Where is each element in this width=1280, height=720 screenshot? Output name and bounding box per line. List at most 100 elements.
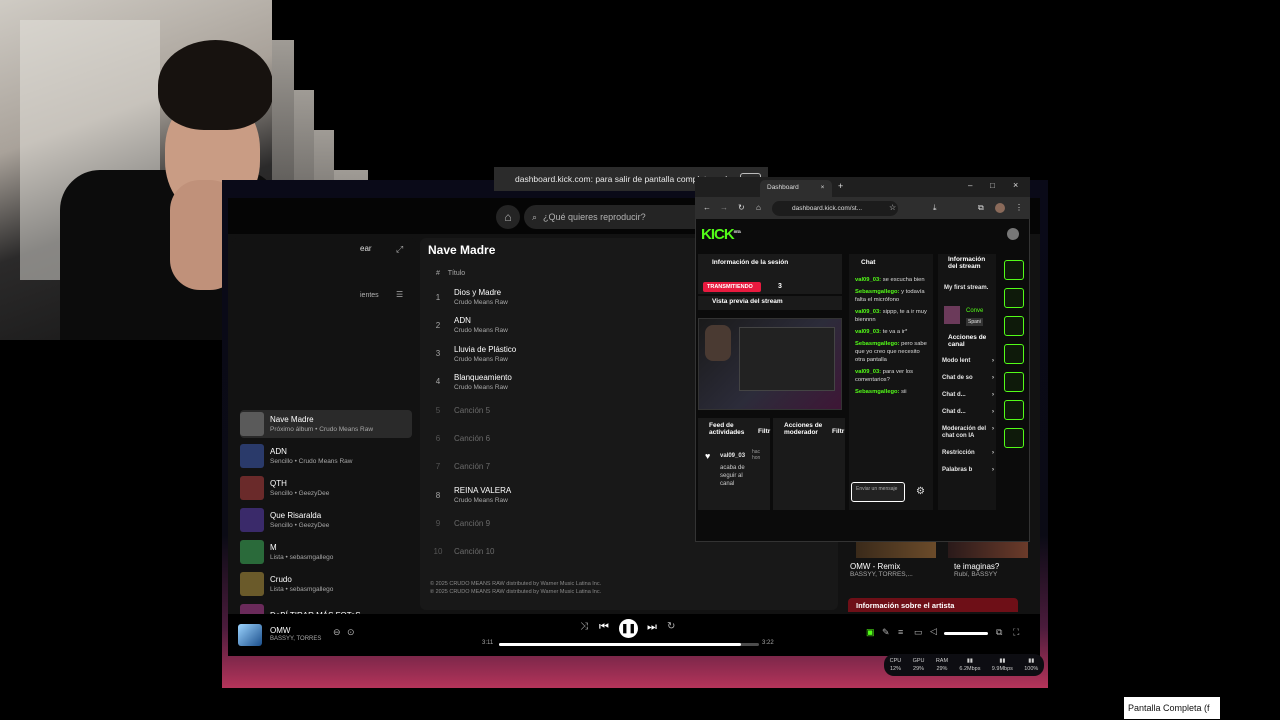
track-row[interactable]: 7 Canción 7 — [432, 454, 732, 480]
chat-username[interactable]: val09_03: — [855, 369, 881, 375]
channel-action-item[interactable]: Restricción › — [942, 450, 994, 457]
track-row[interactable]: 9 Canción 9 — [432, 510, 732, 536]
channel-action-item[interactable]: Modo lent › — [942, 358, 994, 365]
track-row[interactable]: 8 REINA VALERA Crudo Means Raw — [432, 482, 732, 508]
stat-value: 9.9Mbps — [991, 666, 1013, 672]
track-artist[interactable]: Crudo Means Raw — [454, 327, 508, 334]
kick-logo[interactable]: KICKBETA — [701, 226, 741, 243]
chat-input[interactable]: Enviar un mensaje — [851, 482, 905, 502]
stat-item: ▮▮ 100% — [1024, 657, 1038, 676]
total-time: 3:22 — [762, 640, 774, 646]
now-playing-view-icon[interactable]: ▣ — [866, 627, 875, 638]
expand-icon[interactable]: ⤢ — [396, 244, 403, 255]
track-artist[interactable]: Crudo Means Raw — [454, 497, 511, 504]
shuffle-icon[interactable]: ⤨ — [580, 621, 588, 632]
reload-icon[interactable]: ↻ — [738, 203, 745, 212]
channel-action-item[interactable]: Moderación del chat con IA › — [942, 426, 994, 440]
home-icon: ⌂ — [504, 210, 512, 224]
profile-avatar[interactable] — [995, 203, 1005, 213]
now-playing-title[interactable]: OMW — [270, 626, 290, 635]
library-item[interactable]: Que Risaralda Sencillo • GeezyDee — [240, 506, 412, 534]
stat-value: 6.2Mbps — [959, 666, 981, 672]
lyrics-icon[interactable]: ✎ — [882, 627, 890, 638]
stat-label: GPU — [912, 658, 925, 664]
download-icon[interactable]: ⤓ — [933, 203, 937, 213]
pause-button[interactable]: ❚❚ — [619, 619, 638, 638]
add-icon[interactable]: ⊙ — [347, 627, 355, 638]
library-item[interactable]: M Lista • sebasmgallego — [240, 538, 412, 566]
extensions-icon[interactable]: ⧉ — [978, 203, 984, 213]
chat-settings-icon[interactable]: ⚙ — [916, 486, 925, 497]
volume-icon[interactable]: ◁ — [930, 626, 937, 637]
fullscreen-button[interactable]: Pantalla Completa (f — [1124, 697, 1220, 719]
now-playing-artist[interactable]: BASSYY, TORRES — [270, 636, 321, 642]
track-row[interactable]: 10 Canción 10 — [432, 539, 732, 565]
library-item[interactable]: QTH Sencillo • GeezyDee — [240, 474, 412, 502]
card-1[interactable]: OMW - Remix BASSYY, TORRES,... — [850, 562, 913, 578]
back-icon[interactable]: ← — [703, 203, 711, 212]
card-2[interactable]: te imaginas? Rubí, BASSYY — [954, 562, 999, 578]
sidebar-icon-2[interactable] — [1004, 288, 1024, 308]
remove-icon[interactable]: ⊖ — [333, 627, 341, 638]
chat-username[interactable]: val09_03: — [855, 309, 881, 315]
feed-user[interactable]: val09_03 — [720, 452, 745, 460]
sidebar-icon-6[interactable] — [1004, 400, 1024, 420]
chat-username[interactable]: Sebasmgallego: — [855, 341, 899, 347]
track-row[interactable]: 6 Canción 6 — [432, 426, 732, 452]
repeat-icon[interactable]: ↻ — [667, 621, 675, 632]
device-icon[interactable]: ▭ — [914, 627, 923, 638]
home-browser-icon[interactable]: ⌂ — [756, 203, 761, 212]
channel-action-item[interactable]: Chat de so › — [942, 375, 994, 382]
list-view-icon[interactable]: ☰ — [396, 290, 403, 299]
next-icon[interactable]: ⏭ — [647, 621, 657, 634]
forward-icon[interactable]: → — [720, 203, 728, 212]
progress-bar[interactable] — [499, 643, 759, 646]
previous-icon[interactable]: ⏮ — [599, 621, 609, 634]
track-row[interactable]: 5 Canción 5 — [432, 397, 732, 423]
channel-action-item[interactable]: Palabras b › — [942, 467, 994, 474]
volume-slider[interactable] — [944, 632, 988, 635]
now-playing-art[interactable] — [238, 624, 262, 646]
recent-sort[interactable]: ientes — [360, 292, 379, 299]
sidebar-icon-3[interactable] — [1004, 316, 1024, 336]
library-item[interactable]: ADN Sencillo • Crudo Means Raw — [240, 442, 412, 470]
minimize-icon[interactable]: – — [968, 181, 972, 190]
mini-player-icon[interactable]: ⧉ — [996, 627, 1002, 638]
sidebar-icon-4[interactable] — [1004, 344, 1024, 364]
chat-username[interactable]: Sebasmgallego: — [855, 389, 899, 395]
sidebar-icon-1[interactable] — [1004, 260, 1024, 280]
mod-actions-filter[interactable]: Filtr — [832, 428, 844, 435]
bookmark-icon[interactable]: ☆ — [889, 203, 896, 212]
tab-close-icon[interactable]: × — [821, 184, 825, 191]
new-tab-icon[interactable]: + — [838, 181, 843, 191]
chat-username[interactable]: Sebasmgallego: — [855, 289, 899, 295]
chat-username[interactable]: val09_03: — [855, 329, 881, 335]
queue-icon[interactable]: ≡ — [898, 627, 903, 637]
maximize-icon[interactable]: □ — [990, 181, 995, 190]
browser-menu-icon[interactable]: ⋮ — [1015, 203, 1023, 212]
track-artist[interactable]: Crudo Means Raw — [454, 299, 508, 306]
track-artist[interactable]: Crudo Means Raw — [454, 384, 512, 391]
activity-feed-filter[interactable]: Filtr — [758, 428, 770, 435]
chat-username[interactable]: val09_03: — [855, 277, 881, 283]
channel-action-item[interactable]: Chat d... › — [942, 392, 994, 399]
close-window-icon[interactable]: × — [1013, 180, 1018, 190]
library-item[interactable]: Crudo Lista • sebasmgallego — [240, 570, 412, 598]
track-row[interactable]: 2 ADN Crudo Means Raw — [432, 312, 732, 338]
home-button[interactable]: ⌂ — [496, 205, 520, 229]
fullscreen-icon[interactable]: ⛶ — [1013, 627, 1019, 638]
track-row[interactable]: 1 Dios y Madre Crudo Means Raw — [432, 284, 732, 310]
stat-value: 100% — [1024, 666, 1039, 672]
browser-tab[interactable]: Dashboard × — [760, 180, 832, 197]
search-input[interactable]: ⌕ ¿Qué quieres reproducir? — [524, 205, 724, 229]
track-artist[interactable]: Crudo Means Raw — [454, 356, 516, 363]
library-item-subtitle: Lista • sebasmgallego — [270, 554, 334, 561]
url-bar[interactable]: dashboard.kick.com/st... — [772, 201, 898, 216]
track-row[interactable]: 3 Lluvia de Plástico Crudo Means Raw — [432, 341, 732, 367]
channel-action-item[interactable]: Chat d... › — [942, 409, 994, 416]
library-item[interactable]: Nave Madre Próximo álbum • Crudo Means Ra… — [240, 410, 412, 438]
sidebar-icon-5[interactable] — [1004, 372, 1024, 392]
sidebar-icon-7[interactable] — [1004, 428, 1024, 448]
stream-preview[interactable] — [698, 318, 842, 410]
track-row[interactable]: 4 Blanqueamiento Crudo Means Raw — [432, 369, 732, 395]
